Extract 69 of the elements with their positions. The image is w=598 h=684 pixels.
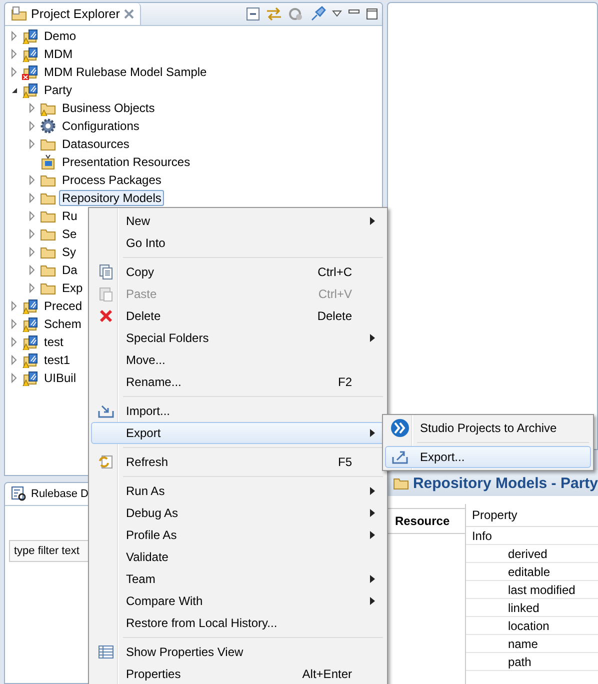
tree-item[interactable]: Business Objects xyxy=(59,100,158,116)
menu-item[interactable]: Import... xyxy=(91,400,385,422)
tree-item[interactable]: Demo xyxy=(41,28,80,44)
menu-item[interactable]: Compare With xyxy=(91,590,385,612)
menu-item[interactable]: Debug As xyxy=(91,502,385,524)
maximize-icon[interactable] xyxy=(366,8,378,20)
tree-item[interactable]: Exp xyxy=(59,280,86,296)
menu-item[interactable]: Special Folders xyxy=(91,327,385,349)
property-cell: name xyxy=(466,635,598,653)
tree-item[interactable]: Presentation Resources xyxy=(59,154,194,170)
filter-icon[interactable] xyxy=(288,6,304,22)
project-explorer-tab[interactable]: Project Explorer xyxy=(5,3,141,25)
menu-item[interactable]: Restore from Local History... xyxy=(91,612,385,634)
menu-item[interactable]: Team xyxy=(91,568,385,590)
menu-item[interactable]: Studio Projects to Archive xyxy=(385,417,591,439)
property-cell: derived xyxy=(466,545,598,563)
close-icon[interactable] xyxy=(124,9,134,19)
folder-icon xyxy=(11,6,27,22)
property-cell: location xyxy=(466,617,598,635)
tree-item[interactable]: Sy xyxy=(59,244,80,260)
tree-item[interactable]: MDM xyxy=(41,46,76,62)
tree-item[interactable]: Datasources xyxy=(59,136,132,152)
tree-item[interactable]: test xyxy=(41,334,66,350)
menu-item[interactable]: New xyxy=(91,210,385,232)
view-menu-icon[interactable] xyxy=(332,10,342,18)
archive-icon xyxy=(390,418,410,438)
import-icon xyxy=(98,403,114,419)
menu-item[interactable]: Show Properties View xyxy=(91,641,385,663)
tab-title: Project Explorer xyxy=(31,7,120,21)
tree-item[interactable]: Ru xyxy=(59,208,80,224)
tree-item[interactable]: Preced xyxy=(41,298,86,314)
tree-item[interactable]: Party xyxy=(41,82,76,98)
property-cell: last modified xyxy=(466,581,598,599)
property-cell: path xyxy=(466,653,598,671)
tree-item[interactable]: Configurations xyxy=(59,118,142,134)
collapse-all-icon[interactable] xyxy=(246,7,260,21)
tree-item[interactable]: MDM Rulebase Model Sample xyxy=(41,64,210,80)
table-icon xyxy=(98,645,114,659)
menu-item[interactable]: Properties Alt+Enter xyxy=(91,663,385,684)
tree-item[interactable]: Se xyxy=(59,226,80,242)
editor-title: Repository Models - Party xyxy=(412,474,598,492)
properties-tab[interactable]: Resource xyxy=(386,508,465,534)
menu-item[interactable]: Go Into xyxy=(91,232,385,254)
paste-icon xyxy=(98,286,114,302)
tree-item[interactable]: Process Packages xyxy=(59,172,164,188)
menu-item[interactable]: Rename... F2 xyxy=(91,371,385,393)
menu-item[interactable]: Export... xyxy=(385,446,591,468)
list-search-icon xyxy=(11,486,27,502)
export-icon xyxy=(392,449,408,465)
property-cell: editable xyxy=(466,563,598,581)
copy-icon xyxy=(98,264,114,280)
property-cell: linked xyxy=(466,599,598,617)
property-cell: Info xyxy=(466,527,598,545)
menu-item[interactable]: Export xyxy=(91,422,385,444)
tree-item[interactable]: Schem xyxy=(41,316,84,332)
menu-item[interactable]: Refresh F5 xyxy=(91,451,385,473)
menu-item[interactable]: Delete Delete xyxy=(91,305,385,327)
pin-icon[interactable] xyxy=(310,6,326,22)
refresh-icon xyxy=(98,454,114,470)
menu-item[interactable]: Move... xyxy=(91,349,385,371)
tree-item[interactable]: Repository Models xyxy=(59,190,164,206)
delete-icon xyxy=(99,309,113,323)
tree-item[interactable]: test1 xyxy=(41,352,74,368)
tree-item[interactable]: UIBuil xyxy=(41,370,80,386)
menu-item[interactable]: Copy Ctrl+C xyxy=(91,261,385,283)
link-arrows-icon[interactable] xyxy=(266,7,282,21)
tab-title: Rulebase D xyxy=(31,488,88,500)
column-header[interactable]: Property xyxy=(466,504,598,527)
tree-item[interactable]: Da xyxy=(59,262,80,278)
